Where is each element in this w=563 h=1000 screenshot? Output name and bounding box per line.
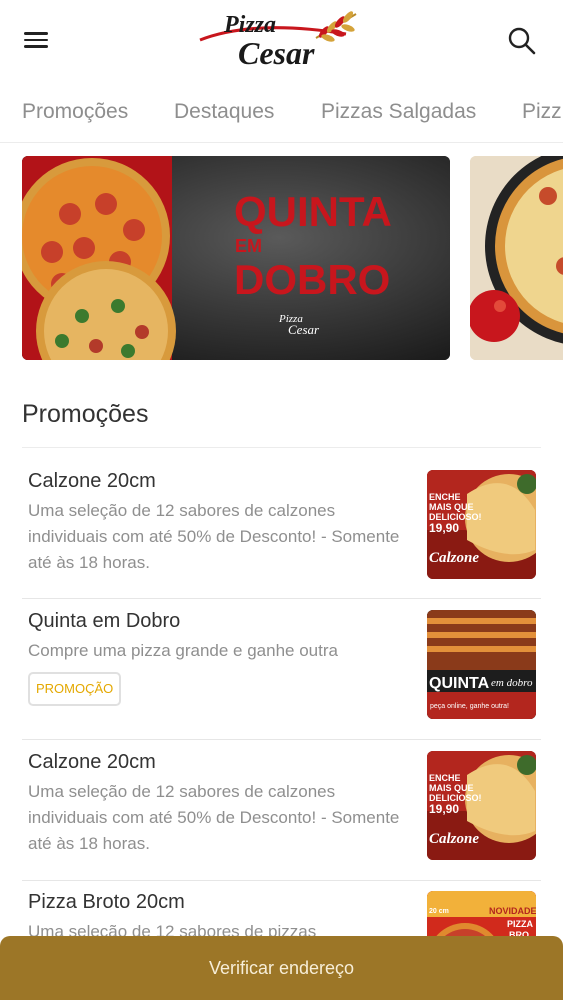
promo-badge: PROMOÇÃO (28, 672, 122, 706)
img-text-3: peça online, ganhe outra! (430, 703, 509, 710)
tab-pizzas-salgadas[interactable]: Pizzas Salgadas (321, 100, 476, 124)
img-text-2: em dobro (491, 677, 533, 689)
item-image-calzone: ENCHE MAIS QUE DELICIOSO! 19,90 Calzone (427, 470, 536, 579)
menu-item-quinta-em-dobro[interactable]: Quinta em Dobro Compre uma pizza grande … (22, 599, 541, 740)
img-text-1: ENCHE (429, 492, 461, 502)
logo-bottom-text: Cesar (238, 35, 315, 71)
pizza-cesar-logo[interactable]: Pizza Cesar (196, 4, 368, 74)
search-icon[interactable] (507, 26, 537, 56)
item-description: Uma seleção de 12 sabores de calzones in… (28, 501, 400, 572)
banner-pizza-2[interactable] (470, 156, 563, 360)
category-tabs: Promoções Destaques Pizzas Salgadas Pizz (0, 84, 563, 143)
img-price: 19,90 (429, 802, 459, 816)
img-label: Calzone (429, 831, 479, 847)
img-text-2: PIZZA (507, 919, 533, 929)
banner-line1: QUINTA (234, 188, 392, 235)
banner-quinta-em-dobro[interactable]: QUINTA EM DOBRO Pizza Cesar (22, 156, 450, 360)
hamburger-menu-icon[interactable] (22, 28, 54, 52)
img-label: Calzone (429, 550, 479, 566)
promo-banner-carousel[interactable]: QUINTA EM DOBRO Pizza Cesar (0, 156, 563, 360)
img-text-1: ENCHE (429, 773, 461, 783)
item-image-quinta: QUINTA em dobro peça online, ganhe outra… (427, 610, 536, 719)
app-header: Pizza Cesar (0, 0, 563, 80)
item-description: Compre uma pizza grande e ganhe outra (28, 641, 338, 660)
item-name: Calzone 20cm (28, 470, 156, 492)
banner-quinta-artwork: QUINTA EM DOBRO Pizza Cesar (22, 156, 450, 360)
img-text-4: 20 cm (429, 908, 449, 915)
banner-line3: DOBRO (234, 256, 390, 303)
img-text-2: MAIS QUE (429, 783, 474, 793)
item-name: Calzone 20cm (28, 751, 156, 773)
menu-item-calzone-20cm-2[interactable]: Calzone 20cm Uma seleção de 12 sabores d… (22, 740, 541, 881)
img-text-2: MAIS QUE (429, 502, 474, 512)
tab-pizzas-partial[interactable]: Pizz (522, 100, 562, 124)
item-image-calzone: ENCHE MAIS QUE DELICIOSO! 19,90 Calzone (427, 751, 536, 860)
menu-item-calzone-20cm[interactable]: Calzone 20cm Uma seleção de 12 sabores d… (22, 448, 541, 599)
item-name: Quinta em Dobro (28, 610, 181, 632)
tab-destaques[interactable]: Destaques (174, 100, 274, 124)
img-text-1: NOVIDADE (489, 906, 536, 916)
img-text-1: QUINTA (429, 675, 490, 692)
banner-line2: EM (235, 236, 262, 256)
banner-pizza-artwork (470, 156, 563, 360)
img-price: 19,90 (429, 521, 459, 535)
item-description: Uma seleção de 12 sabores de calzones in… (28, 782, 400, 853)
section-title-promocoes: Promoções (22, 400, 149, 428)
banner-brand-bottom: Cesar (288, 322, 320, 337)
tab-promocoes[interactable]: Promoções (22, 100, 128, 124)
verify-address-button[interactable]: Verificar endereço (0, 936, 563, 1000)
item-name: Pizza Broto 20cm (28, 891, 185, 913)
